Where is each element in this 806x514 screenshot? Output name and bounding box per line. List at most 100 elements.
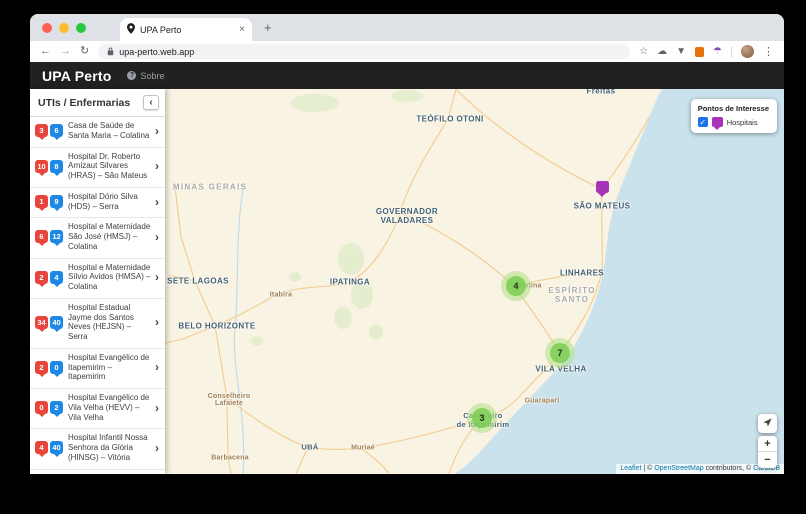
points-of-interest-panel: Pontos de Interesse ✓ Hospitais [691, 99, 777, 133]
reload-icon[interactable]: ↻ [80, 46, 89, 57]
hospital-cluster-marker[interactable]: 7 [545, 338, 575, 368]
app-title: UPA Perto [42, 68, 111, 84]
icu-count-badge: 6 [35, 230, 48, 243]
icu-count-badge: 10 [35, 160, 48, 173]
hospital-name: Hospital e Maternidade São José (HMSJ) –… [68, 222, 151, 251]
cloud-extension-icon[interactable]: ☁ [657, 47, 667, 57]
icu-count-badge: 34 [35, 316, 48, 329]
ward-count-badge: 4 [50, 271, 63, 284]
hospital-list-item[interactable]: 1 9 Hospital Dório Silva (HDS) – Serra › [30, 188, 165, 219]
zoom-out-button[interactable]: − [758, 452, 777, 468]
osm-link[interactable]: OpenStreetMap [654, 465, 703, 472]
hospital-name: Hospital e Maternidade Sílvio Avidos (HM… [68, 263, 151, 292]
chevron-right-icon: › [155, 159, 160, 173]
bed-badges: 34 40 [35, 316, 64, 329]
caret-extension-icon[interactable]: ▼ [676, 47, 686, 57]
chevron-right-icon: › [155, 270, 160, 284]
sidebar-header: UTIs / Enfermarias ‹ [30, 89, 165, 117]
close-window-button[interactable] [42, 23, 52, 33]
hospital-list-item[interactable]: 10 8 Hospital Dr. Roberto Arnizaut Silva… [30, 148, 165, 188]
icu-count-badge: 3 [35, 124, 48, 137]
navigation-arrow-icon [762, 415, 773, 433]
address-bar: ← → ↻ upa-perto.web.app ☆ ☁ ▼ ☂ ⋮ [30, 41, 784, 62]
poi-panel-title: Pontos de Interesse [698, 104, 769, 113]
hospital-list: 3 6 Casa de Saúde de Santa Maria – Colat… [30, 117, 165, 474]
hospital-list-item[interactable]: 2 4 Hospital e Maternidade Sílvio Avidos… [30, 259, 165, 299]
ward-count-badge: 9 [50, 195, 63, 208]
about-label: Sobre [140, 71, 164, 81]
app-header: UPA Perto ? Sobre [30, 62, 784, 89]
ward-count-badge: 40 [50, 316, 63, 329]
sidebar-collapse-button[interactable]: ‹ [143, 95, 159, 110]
icu-count-badge: 0 [35, 401, 48, 414]
hospital-poi-marker[interactable] [596, 181, 609, 193]
about-link[interactable]: ? Sobre [127, 71, 164, 81]
hospital-list-item[interactable]: 34 40 Hospital Estadual Jayme dos Santos… [30, 299, 165, 349]
url-field[interactable]: upa-perto.web.app [98, 44, 630, 59]
forward-icon[interactable]: → [60, 46, 71, 57]
hospital-marker-icon [712, 117, 723, 127]
hospital-name: Hospital Dório Silva (HDS) – Serra [68, 192, 151, 212]
hospital-list-item[interactable]: 4 40 Hospital Infantil Nossa Senhora da … [30, 429, 165, 469]
chevron-right-icon: › [155, 401, 160, 415]
hospitais-checkbox[interactable]: ✓ [698, 117, 708, 127]
hospital-name: Hospital Evangélico de Itapemirim – Itap… [68, 353, 151, 382]
hospital-name: Casa de Saúde de Santa Maria – Colatina [68, 121, 151, 141]
chevron-right-icon: › [155, 360, 160, 374]
toolbar-divider [731, 46, 732, 58]
hospital-name: Hospital Infantil Nossa Senhora da Glóri… [68, 433, 151, 462]
bed-badges: 2 4 [35, 271, 64, 284]
hospital-cluster-marker[interactable]: 3 [467, 403, 497, 433]
ward-count-badge: 2 [50, 401, 63, 414]
browser-tab[interactable]: UPA Perto × [120, 18, 252, 41]
hospital-name: Hospital Evangélico de Vila Velha (HEVV)… [68, 393, 151, 422]
hospital-list-item[interactable]: 3 6 Casa de Saúde de Santa Maria – Colat… [30, 117, 165, 148]
bed-badges: 4 40 [35, 441, 64, 454]
leaflet-link[interactable]: Leaflet [620, 465, 641, 472]
ward-count-badge: 12 [50, 230, 63, 243]
hospital-name: Hospital João dos Santos Neves (HJSN) – … [68, 474, 151, 475]
poi-option-label: Hospitais [727, 118, 758, 127]
hospital-list-item[interactable]: 0 2 Hospital Evangélico de Vila Velha (H… [30, 389, 165, 429]
orange-extension-icon[interactable] [695, 47, 704, 57]
back-icon[interactable]: ← [40, 46, 51, 57]
ward-count-badge: 0 [50, 361, 63, 374]
chevron-right-icon: › [155, 230, 160, 244]
fullscreen-window-button[interactable] [76, 23, 86, 33]
new-tab-button[interactable]: + [264, 20, 272, 35]
map-pin-favicon-icon [127, 21, 135, 39]
bed-badges: 1 9 [35, 195, 64, 208]
browser-window: UPA Perto × + ← → ↻ upa-perto.web.app ☆ … [30, 14, 784, 474]
icu-count-badge: 4 [35, 441, 48, 454]
hospital-name: Hospital Estadual Jayme dos Santos Neves… [68, 303, 151, 342]
cluster-count: 7 [550, 343, 570, 363]
bookmark-star-icon[interactable]: ☆ [639, 47, 648, 57]
bed-badges: 2 0 [35, 361, 64, 374]
umbrella-extension-icon[interactable]: ☂ [713, 46, 722, 57]
tab-title: UPA Perto [140, 25, 234, 35]
icu-count-badge: 2 [35, 361, 48, 374]
attribution-text: contributors, © [704, 465, 754, 472]
lock-icon [107, 43, 114, 61]
hospital-list-item[interactable]: 2 0 Hospital Evangélico de Itapemirim – … [30, 349, 165, 389]
tab-strip: UPA Perto × + [30, 14, 784, 41]
url-text: upa-perto.web.app [119, 47, 194, 57]
minimize-window-button[interactable] [59, 23, 69, 33]
map-canvas[interactable]: FreitasTEÓFILO OTONIMINAS GERAISGOVERNAD… [165, 89, 784, 474]
zoom-in-button[interactable]: + [758, 436, 777, 452]
poi-option-row: ✓ Hospitais [698, 117, 769, 127]
help-icon: ? [127, 71, 136, 80]
cluster-count: 3 [472, 408, 492, 428]
bed-badges: 3 6 [35, 124, 64, 137]
tab-close-icon[interactable]: × [239, 25, 245, 35]
sidebar-title: UTIs / Enfermarias [38, 97, 130, 109]
hospital-list-item[interactable]: 6 12 Hospital e Maternidade São José (HM… [30, 218, 165, 258]
chevron-right-icon: › [155, 195, 160, 209]
hospital-cluster-marker[interactable]: 4 [501, 271, 531, 301]
browser-menu-icon[interactable]: ⋮ [763, 45, 774, 58]
locate-me-button[interactable] [758, 414, 777, 433]
chevron-right-icon: › [155, 441, 160, 455]
hospital-list-item[interactable]: 0 8 Hospital João dos Santos Neves (HJSN… [30, 470, 165, 475]
ward-count-badge: 8 [50, 160, 63, 173]
profile-avatar[interactable] [741, 45, 754, 58]
